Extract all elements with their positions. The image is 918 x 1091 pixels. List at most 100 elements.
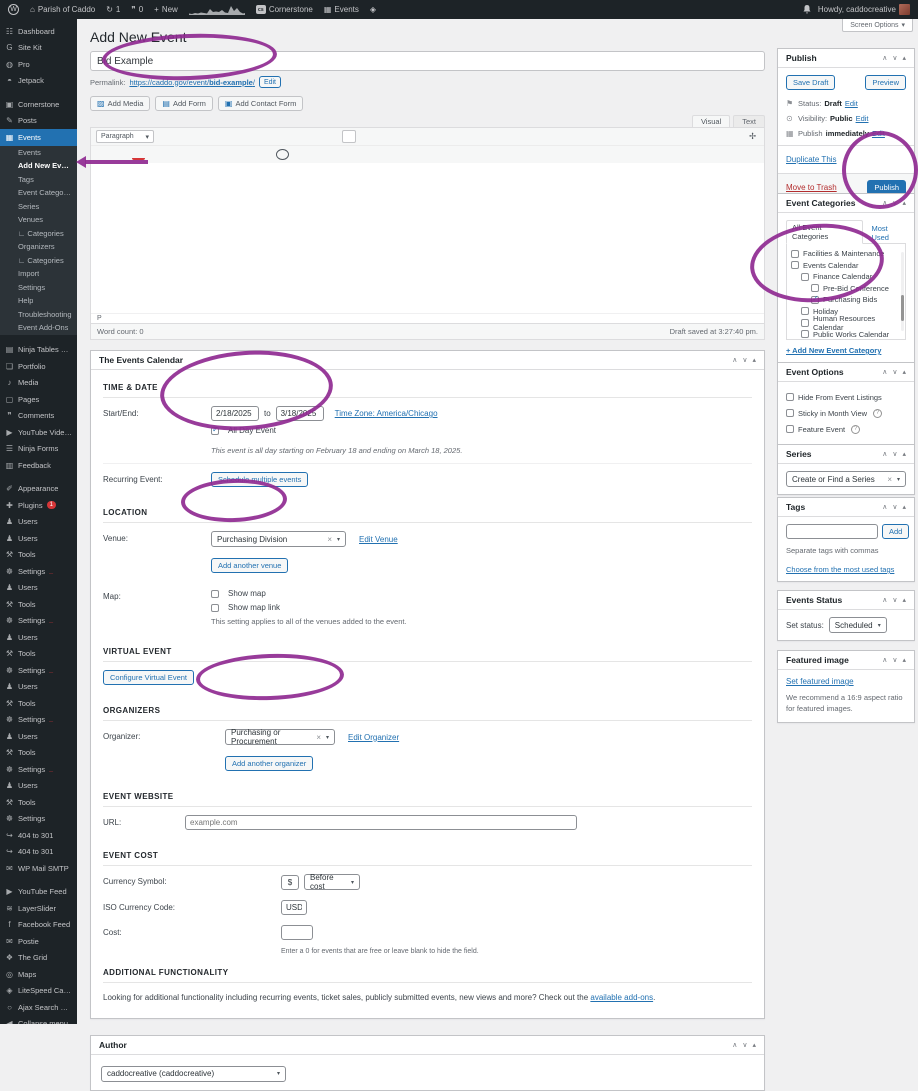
sidebar-item-series[interactable]: Series <box>0 200 77 214</box>
toolbar-clear-formatting-button[interactable] <box>168 148 181 161</box>
edit-venue-link[interactable]: Edit Venue <box>359 535 398 544</box>
toolbar-numbered-list-button[interactable] <box>216 130 229 143</box>
toggle-panel-icon[interactable]: ▴ <box>752 356 756 364</box>
sidebar-item-cornerstone[interactable]: ▣ Cornerstone <box>0 96 77 113</box>
toolbar-blockquote-button[interactable] <box>234 130 247 143</box>
screen-options-tab[interactable]: Screen Options ▾ <box>842 19 913 32</box>
cost-input[interactable] <box>281 925 313 940</box>
move-down-icon[interactable]: ∨ <box>892 596 897 604</box>
sidebar-item-events-settings[interactable]: Settings <box>0 281 77 295</box>
sidebar-item-dashboard[interactable]: ☷ Dashboard <box>0 23 77 40</box>
sidebar-item-comments[interactable]: ❞ Comments <box>0 408 77 425</box>
event-status-select[interactable]: Scheduled ▾ <box>829 617 887 633</box>
edit-organizer-link[interactable]: Edit Organizer <box>348 733 399 742</box>
sidebar-item-plugins[interactable]: ✚ Plugins 1 <box>0 497 77 514</box>
toolbar-align-center-button[interactable] <box>270 130 283 143</box>
series-header[interactable]: Series ∧ ∨ ▴ <box>778 445 914 464</box>
event-categories-header[interactable]: Event Categories ∧ ∨ ▴ <box>778 194 914 213</box>
cornerstone-menu[interactable]: csCornerstone <box>256 5 313 14</box>
move-down-icon[interactable]: ∨ <box>892 368 897 376</box>
add-form-button[interactable]: ▤ Add Form <box>155 96 213 111</box>
sidebar-item-users-3[interactable]: ♟ Users <box>0 580 77 597</box>
move-down-icon[interactable]: ∨ <box>892 503 897 511</box>
event-options-header[interactable]: Event Options ∧ ∨ ▴ <box>778 363 914 382</box>
help-icon[interactable]: ? <box>851 425 860 434</box>
add-new-event-category-link[interactable]: + Add New Event Category <box>786 346 881 355</box>
set-featured-image-link[interactable]: Set featured image <box>786 677 854 686</box>
sidebar-item-portfolio[interactable]: ❏ Portfolio <box>0 358 77 375</box>
sidebar-item-event-add-ons[interactable]: Event Add-Ons <box>0 321 77 335</box>
move-up-icon[interactable]: ∧ <box>882 656 887 664</box>
category-checkbox[interactable] <box>801 273 809 281</box>
toggle-panel-icon[interactable]: ▴ <box>902 656 906 664</box>
sidebar-item-posts[interactable]: ✎ Posts <box>0 113 77 130</box>
add-media-button[interactable]: ▨ Add Media <box>90 96 150 111</box>
publish-metabox-header[interactable]: Publish ∧ ∨ ▴ <box>778 49 914 68</box>
show-map-link-checkbox[interactable] <box>211 604 219 612</box>
toolbar-cornerstone-button[interactable] <box>361 130 374 143</box>
save-draft-button[interactable]: Save Draft <box>786 75 835 90</box>
add-another-venue-button[interactable]: Add another venue <box>211 558 288 573</box>
sidebar-item-tools-1[interactable]: ⚒ Tools <box>0 547 77 564</box>
sidebar-item-site-kit[interactable]: G Site Kit <box>0 40 77 57</box>
toggle-panel-icon[interactable]: ▴ <box>902 450 906 458</box>
toggle-panel-icon[interactable]: ▴ <box>752 1041 756 1049</box>
sidebar-item-organizers[interactable]: Organizers <box>0 240 77 254</box>
tags-header[interactable]: Tags ∧ ∨ ▴ <box>778 498 914 517</box>
move-down-icon[interactable]: ∨ <box>892 199 897 207</box>
toolbar-layerslider-button[interactable] <box>379 130 392 143</box>
sidebar-item-ninja-tables-pro[interactable]: ▤ Ninja Tables Pro <box>0 342 77 359</box>
sidebar-item-media[interactable]: ♪ Media <box>0 375 77 392</box>
toolbar-bulleted-list-button[interactable] <box>198 130 211 143</box>
sidebar-item-venue-categories[interactable]: ∟ Categories <box>0 227 77 241</box>
toolbar-outdent-button[interactable] <box>204 148 217 161</box>
sidebar-item-settings-3[interactable]: ☸ Settings _ <box>0 662 77 679</box>
editor-content-area[interactable] <box>91 163 764 313</box>
iso-currency-input[interactable] <box>281 900 307 915</box>
howdy-account-menu[interactable]: Howdy, caddocreative <box>818 4 910 15</box>
wp-logo-menu[interactable]: W <box>8 4 19 15</box>
category-checkbox[interactable] <box>801 307 809 315</box>
show-map-checkbox[interactable] <box>211 590 219 598</box>
move-up-icon[interactable]: ∧ <box>882 54 887 62</box>
sidebar-item-help[interactable]: Help <box>0 294 77 308</box>
series-select[interactable]: Create or Find a Series × ▾ <box>786 471 906 487</box>
events-status-header[interactable]: Events Status ∧ ∨ ▴ <box>778 591 914 610</box>
sidebar-item-jetpack[interactable]: ◓ Jetpack <box>0 73 77 90</box>
toolbar-align-right-button[interactable] <box>288 130 301 143</box>
sidebar-item-users-4[interactable]: ♟ Users <box>0 629 77 646</box>
toolbar-align-left-button[interactable] <box>252 130 265 143</box>
sidebar-item-settings-6[interactable]: ☸ Settings <box>0 811 77 828</box>
toolbar-redo-button[interactable] <box>258 148 271 161</box>
category-checkbox[interactable] <box>791 261 799 269</box>
scrollbar-thumb[interactable] <box>901 295 904 321</box>
sidebar-item-404-to-301-a[interactable]: ↪ 404 to 301 <box>0 827 77 844</box>
sidebar-item-tools-2[interactable]: ⚒ Tools <box>0 596 77 613</box>
sidebar-item-settings-2[interactable]: ☸ Settings _ <box>0 613 77 630</box>
move-up-icon[interactable]: ∧ <box>732 356 737 364</box>
paragraph-format-select[interactable]: Paragraph ▾ <box>96 130 154 143</box>
toolbar-bold-button[interactable] <box>162 130 175 143</box>
add-another-organizer-button[interactable]: Add another organizer <box>225 756 313 771</box>
option-checkbox[interactable] <box>786 393 794 401</box>
featured-image-header[interactable]: Featured image ∧ ∨ ▴ <box>778 651 914 670</box>
toggle-panel-icon[interactable]: ▴ <box>902 503 906 511</box>
move-down-icon[interactable]: ∨ <box>892 656 897 664</box>
category-checkbox[interactable] <box>811 284 819 292</box>
sidebar-item-collapse-menu[interactable]: ◀ Collapse menu <box>0 1016 77 1025</box>
duplicate-this-link[interactable]: Duplicate This <box>786 155 837 164</box>
sidebar-item-users-2[interactable]: ♟ Users <box>0 530 77 547</box>
sidebar-item-tools-5[interactable]: ⚒ Tools <box>0 745 77 762</box>
add-tag-button[interactable]: Add <box>882 524 909 539</box>
sidebar-item-appearance[interactable]: ✐ Appearance <box>0 481 77 498</box>
move-up-ic[interactable]: ∧ <box>732 1041 737 1049</box>
preview-button[interactable]: Preview <box>865 75 906 90</box>
sidebar-item-add-new-event[interactable]: Add New Event <box>0 159 77 173</box>
sidebar-item-litespeed-cache[interactable]: ◈ LiteSpeed Cache <box>0 983 77 1000</box>
sidebar-item-wp-mail-smtp[interactable]: ✉ WP Mail SMTP <box>0 860 77 877</box>
tab-all-categories[interactable]: All Event Categories <box>786 220 863 244</box>
event-title-input[interactable] <box>90 51 765 71</box>
new-content-menu[interactable]: +New <box>154 5 178 14</box>
toolbar-text-color-button[interactable] <box>132 149 145 160</box>
toolbar-undo-button[interactable] <box>240 148 253 161</box>
